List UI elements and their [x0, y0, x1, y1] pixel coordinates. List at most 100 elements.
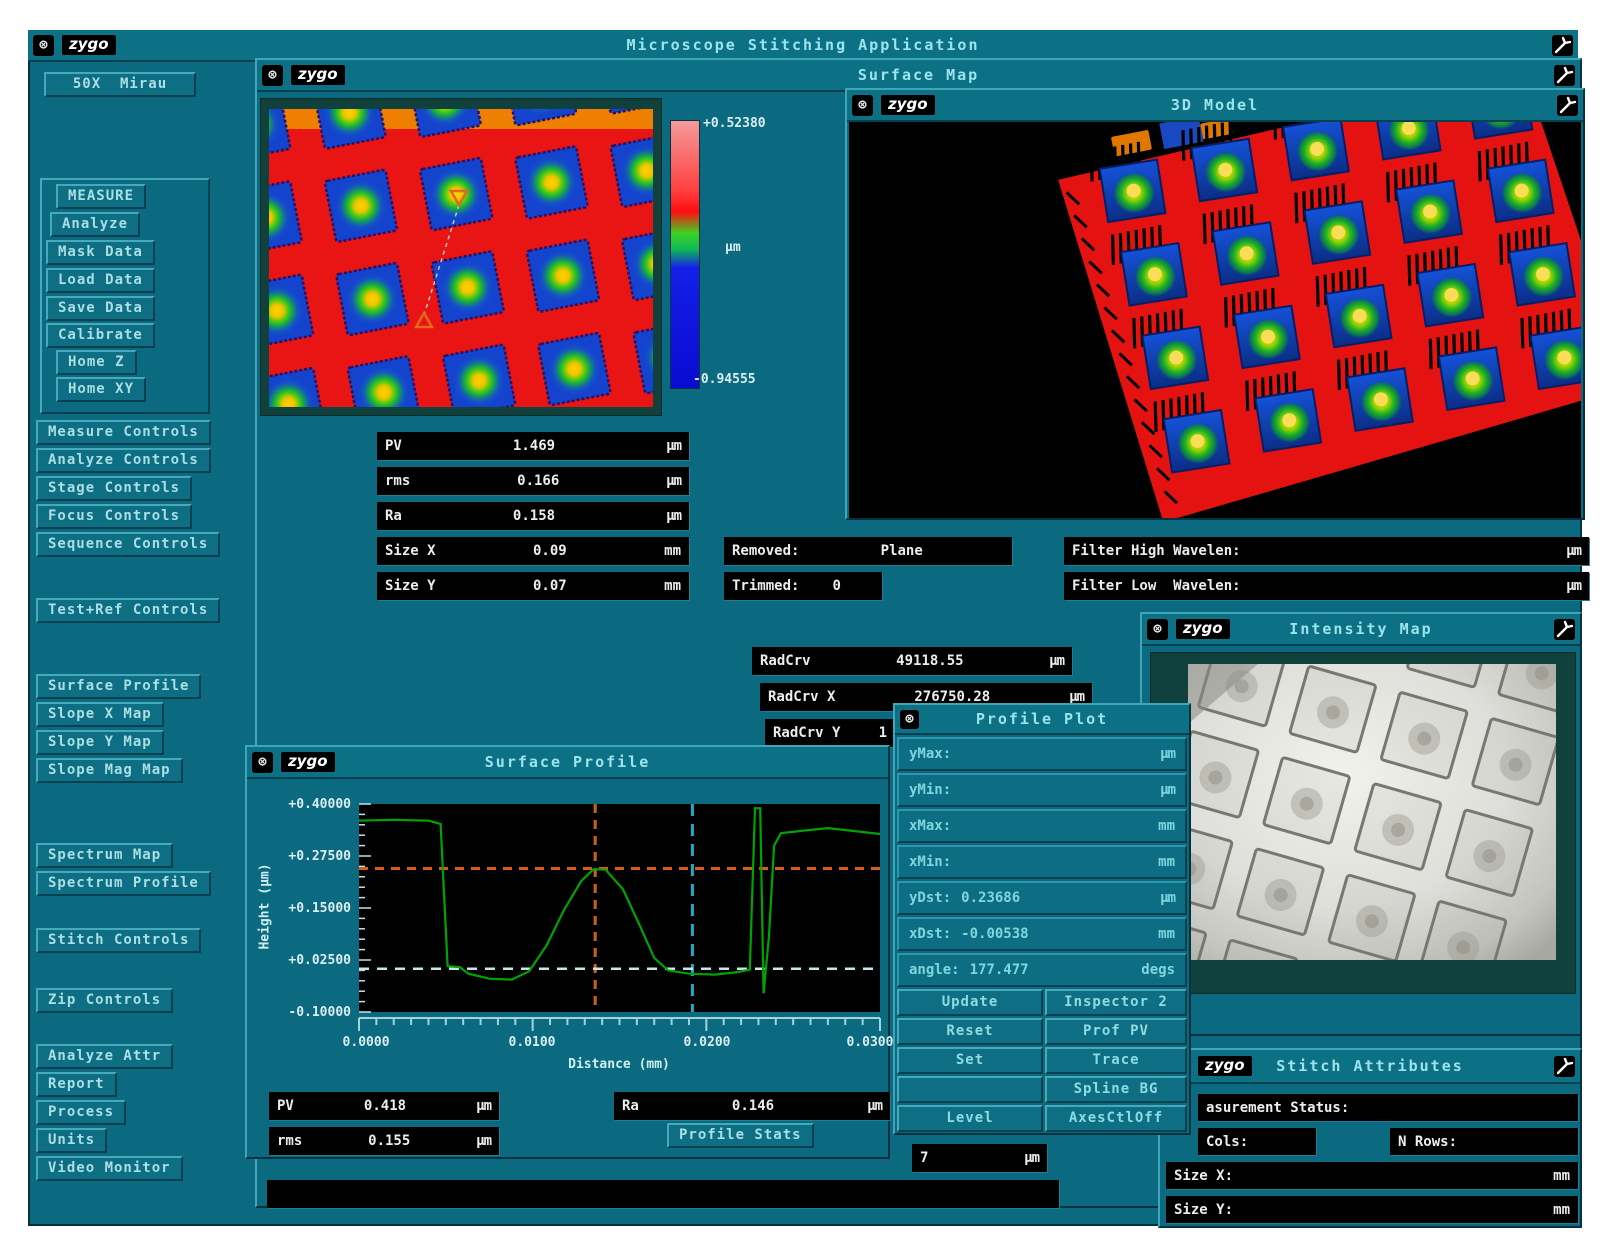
surface-profile-window: ⊗ zygo Surface Profile +0.40000 +0.27500…	[245, 745, 890, 1159]
close-icon[interactable]: ⊗	[33, 35, 54, 56]
sidebar-item-mask-data[interactable]: Mask Data	[46, 240, 155, 265]
y-tick-label: +0.15000	[277, 901, 351, 916]
sidebar-item-analyze-attr[interactable]: Analyze Attr	[36, 1044, 173, 1069]
close-icon[interactable]: ⊗	[252, 752, 273, 773]
profile-plot-canvas[interactable]	[357, 802, 882, 1034]
stitch-size-x-unit: mm	[1553, 1168, 1570, 1184]
field-unit: degs	[1141, 962, 1175, 978]
sidebar-item-spectrum-profile[interactable]: Spectrum Profile	[36, 871, 211, 896]
model3d-image[interactable]	[849, 122, 1581, 518]
close-icon[interactable]: ⊗	[262, 65, 283, 86]
stitch-titlebar: zygo Stitch Attributes	[1160, 1050, 1580, 1084]
stat-unit: µm	[666, 438, 681, 454]
wrench-icon[interactable]	[1554, 1056, 1575, 1077]
wrench-icon[interactable]	[1557, 95, 1578, 116]
stat-value: 0.158	[402, 508, 666, 524]
angle-field[interactable]: angle: 177.477 degs	[897, 953, 1187, 987]
ymin-field[interactable]: yMin: µm	[897, 773, 1187, 807]
close-icon[interactable]: ⊗	[1147, 619, 1168, 640]
sidebar-item-slope-y-map[interactable]: Slope Y Map	[36, 730, 164, 755]
zygo-logo: zygo	[1176, 619, 1230, 639]
surface-map-image[interactable]	[269, 109, 653, 407]
n-rows-label: N Rows:	[1398, 1134, 1457, 1150]
sidebar-item-test-ref-controls[interactable]: Test+Ref Controls	[36, 598, 220, 623]
close-icon[interactable]: ⊗	[900, 710, 919, 729]
sidebar-item-home-z[interactable]: Home Z	[56, 350, 137, 375]
colorbar-unit-label: µm	[725, 240, 741, 255]
xmin-field[interactable]: xMin: mm	[897, 845, 1187, 879]
wrench-icon[interactable]	[1552, 35, 1573, 56]
spline-bg-button[interactable]: Spline BG	[1045, 1076, 1187, 1103]
set-button[interactable]: Set	[897, 1047, 1043, 1074]
sidebar-item-zip-controls[interactable]: Zip Controls	[36, 988, 173, 1013]
update-button[interactable]: Update	[897, 989, 1043, 1016]
zygo-logo: zygo	[281, 752, 335, 772]
field-label: yMax:	[909, 746, 951, 762]
surface-profile-title: Surface Profile	[247, 753, 888, 771]
field-label: xMax:	[909, 818, 951, 834]
filter-high-field[interactable]: Filter High Wavelen: µm	[1064, 537, 1589, 565]
zygo-logo: zygo	[881, 95, 935, 115]
field-value: 177.477	[970, 962, 1029, 978]
sidebar-item-measure-controls[interactable]: Measure Controls	[36, 420, 211, 445]
stat-unit: µm	[666, 508, 681, 524]
xmax-field[interactable]: xMax: mm	[897, 809, 1187, 843]
axes-ctl-off-button[interactable]: AxesCtlOff	[1045, 1105, 1187, 1132]
sidebar-item-units[interactable]: Units	[36, 1128, 107, 1153]
wrench-icon[interactable]	[1554, 619, 1575, 640]
stat-label: Ra	[622, 1098, 639, 1114]
sidebar-item-spectrum-map[interactable]: Spectrum Map	[36, 843, 173, 868]
field-unit: µm	[1160, 746, 1175, 762]
sidebar-item-measure[interactable]: MEASURE	[56, 184, 146, 209]
sidebar-item-stage-controls[interactable]: Stage Controls	[36, 476, 192, 501]
sidebar-item-analyze-controls[interactable]: Analyze Controls	[36, 448, 211, 473]
sidebar-item-save-data[interactable]: Save Data	[46, 296, 155, 321]
blank-button[interactable]	[897, 1076, 1043, 1103]
prof-pv-button[interactable]: Prof PV	[1045, 1018, 1187, 1045]
trimmed-field[interactable]: Trimmed: 0	[724, 572, 882, 600]
sidebar-item-calibrate[interactable]: Calibrate	[46, 323, 155, 348]
removed-field[interactable]: Removed: Plane	[724, 537, 1012, 565]
sidebar-item-process[interactable]: Process	[36, 1100, 126, 1125]
profile-stats-button[interactable]: Profile Stats	[667, 1123, 814, 1148]
sidebar-item-sequence-controls[interactable]: Sequence Controls	[36, 532, 220, 557]
ymax-field[interactable]: yMax: µm	[897, 737, 1187, 771]
sidebar-item-report[interactable]: Report	[36, 1072, 117, 1097]
ydst-field[interactable]: yDst: 0.23686 µm	[897, 881, 1187, 915]
stat-unit: mm	[664, 578, 681, 594]
measurement-status-field: asurement Status:	[1198, 1094, 1578, 1121]
x-tick-label: 0.0100	[509, 1035, 556, 1050]
stat-unit: µm	[476, 1133, 491, 1149]
radcrv-field: RadCrv 49118.55 µm	[752, 647, 1072, 675]
field-unit: mm	[1158, 854, 1175, 870]
stat-rms-field: rms 0.166 µm	[377, 467, 689, 495]
status-bar	[267, 1180, 1059, 1208]
filter-high-label: Filter High Wavelen:	[1072, 543, 1241, 559]
intensity-image[interactable]	[1188, 664, 1556, 960]
partial-value-field: 7 µm	[912, 1144, 1047, 1172]
inspector-2-button[interactable]: Inspector 2	[1045, 989, 1187, 1016]
sidebar-objective-button[interactable]: 50X Mirau	[44, 72, 196, 97]
level-button[interactable]: Level	[897, 1105, 1043, 1132]
sidebar-item-load-data[interactable]: Load Data	[46, 268, 155, 293]
field-label: yMin:	[909, 782, 951, 798]
sidebar-item-video-monitor[interactable]: Video Monitor	[36, 1156, 183, 1181]
trimmed-label: Trimmed:	[732, 578, 799, 594]
sidebar-item-stitch-controls[interactable]: Stitch Controls	[36, 928, 201, 953]
sidebar-item-home-xy[interactable]: Home XY	[56, 377, 146, 402]
colorbar-min-label: -0.94555	[693, 372, 756, 387]
sidebar-item-surface-profile[interactable]: Surface Profile	[36, 674, 201, 699]
stat-unit: µm	[666, 473, 681, 489]
sidebar-item-analyze[interactable]: Analyze	[50, 212, 140, 237]
wrench-icon[interactable]	[1554, 65, 1575, 86]
filter-low-field[interactable]: Filter Low Wavelen: µm	[1064, 572, 1589, 600]
xdst-field[interactable]: xDst: -0.00538 mm	[897, 917, 1187, 951]
sidebar-item-slope-x-map[interactable]: Slope X Map	[36, 702, 164, 727]
stat-label: rms	[277, 1133, 302, 1149]
trace-button[interactable]: Trace	[1045, 1047, 1187, 1074]
close-icon[interactable]: ⊗	[852, 95, 873, 116]
removed-value: Plane	[799, 543, 1004, 559]
sidebar-item-focus-controls[interactable]: Focus Controls	[36, 504, 192, 529]
sidebar-item-slope-mag-map[interactable]: Slope Mag Map	[36, 758, 183, 783]
reset-button[interactable]: Reset	[897, 1018, 1043, 1045]
